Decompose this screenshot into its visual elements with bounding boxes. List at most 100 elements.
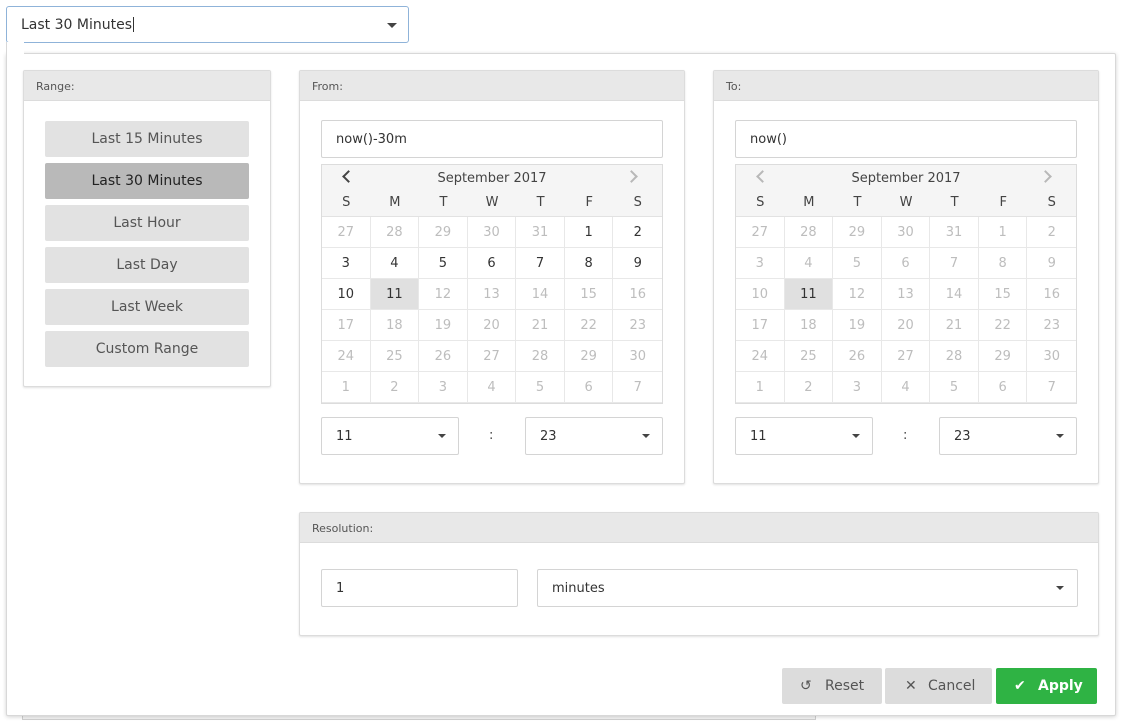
from-day-cell: 27	[322, 217, 371, 248]
to-input[interactable]: now()	[735, 120, 1077, 158]
to-day-cell: 29	[978, 341, 1028, 372]
from-time-separator: :	[489, 428, 494, 443]
apply-button[interactable]: ✔ Apply	[996, 668, 1097, 704]
from-day-cell: 14	[516, 279, 565, 310]
to-day-cell: 29	[833, 217, 882, 248]
range-option-last-hour[interactable]: Last Hour	[45, 205, 249, 241]
to-day-cell: 27	[881, 341, 931, 372]
from-weekday-label: T	[536, 195, 545, 210]
to-weekday-label: W	[899, 195, 913, 210]
from-day-cell: 6	[564, 372, 614, 403]
from-day-cell: 1	[322, 372, 371, 403]
to-day-cell: 21	[930, 310, 979, 341]
to-day-cell: 7	[1027, 372, 1076, 403]
to-day-grid: 27 28 29 30 31 1 2 3 4 5 6 7 8 9 10 11 12 13 14 15 16 17 18 19 2…	[736, 216, 1076, 403]
chevron-down-icon	[642, 434, 650, 438]
from-weekday-header: SMTWTFS	[322, 193, 662, 216]
chevron-down-icon	[1056, 586, 1064, 590]
cancel-button[interactable]: ✕ Cancel	[885, 668, 992, 704]
from-day-cell: 18	[370, 310, 420, 341]
to-day-cell: 19	[833, 310, 882, 341]
resolution-panel: Resolution: 1 minutes	[299, 512, 1099, 636]
from-day-cell: 19	[419, 310, 468, 341]
from-weekday-label: W	[485, 195, 499, 210]
from-day-cell[interactable]: 7	[516, 248, 565, 279]
range-option-custom-range[interactable]: Custom Range	[45, 331, 249, 367]
range-option-last-15-minutes[interactable]: Last 15 Minutes	[45, 121, 249, 157]
apply-button-label: Apply	[1038, 678, 1083, 694]
to-day-cell: 27	[736, 217, 785, 248]
from-day-cell[interactable]: 8	[564, 248, 614, 279]
chevron-down-icon	[387, 23, 397, 28]
from-hour-select[interactable]: 11	[321, 417, 459, 455]
from-day-cell: 3	[419, 372, 468, 403]
from-day-cell: 7	[613, 372, 662, 403]
from-calendar: September 2017 SMTWTFS 27 28 29 30 31 1 2 3 4 5 6 7…	[321, 164, 663, 404]
to-day-cell: 7	[930, 248, 979, 279]
to-day-cell: 25	[784, 341, 834, 372]
resolution-unit-select[interactable]: minutes	[537, 569, 1078, 607]
reset-button[interactable]: ↺ Reset	[782, 668, 882, 704]
dropdown-connector	[6, 42, 24, 56]
from-day-cell[interactable]: 10	[322, 279, 371, 310]
from-day-cell[interactable]: 2	[613, 217, 662, 248]
from-day-cell: 29	[419, 217, 468, 248]
to-day-cell: 1	[736, 372, 785, 403]
from-day-cell[interactable]: 11	[370, 279, 420, 310]
to-weekday-header: SMTWTFS	[736, 193, 1076, 216]
to-day-cell: 23	[1027, 310, 1076, 341]
from-panel-title: From:	[300, 71, 684, 101]
from-day-cell: 22	[564, 310, 614, 341]
from-day-cell[interactable]: 1	[564, 217, 614, 248]
range-panel: Range: Last 15 Minutes Last 30 Minutes L…	[23, 70, 271, 387]
to-weekday-label: M	[803, 195, 815, 210]
from-day-cell: 2	[370, 372, 420, 403]
from-input[interactable]: now()-30m	[321, 120, 663, 158]
to-day-cell: 2	[784, 372, 834, 403]
from-day-grid: 27 28 29 30 31 1 2 3 4 5 6 7 8 9 10 11 12 13 14 15 16 17 18 19 2…	[322, 216, 662, 403]
from-minute-value: 23	[540, 429, 557, 444]
to-day-cell: 4	[881, 372, 931, 403]
from-day-cell[interactable]: 4	[370, 248, 420, 279]
to-day-cell: 17	[736, 310, 785, 341]
to-day-cell: 20	[881, 310, 931, 341]
from-panel: From: now()-30m September 2017 S M T W T F S 2…	[299, 70, 685, 484]
time-range-dropdown: Range: Last 15 Minutes Last 30 Minutes L…	[6, 53, 1116, 716]
chevron-down-icon	[1056, 434, 1064, 438]
to-day-cell: 10	[736, 279, 785, 310]
to-day-cell: 14	[930, 279, 979, 310]
from-minute-select[interactable]: 23	[525, 417, 663, 455]
from-day-cell: 31	[516, 217, 565, 248]
range-option-last-day[interactable]: Last Day	[45, 247, 249, 283]
from-day-cell[interactable]: 6	[467, 248, 517, 279]
to-panel-title: To:	[714, 71, 1098, 101]
range-option-last-week[interactable]: Last Week	[45, 289, 249, 325]
from-day-cell: 30	[613, 341, 662, 372]
from-day-cell: 4	[467, 372, 517, 403]
from-day-cell[interactable]: 3	[322, 248, 371, 279]
from-day-cell: 13	[467, 279, 517, 310]
range-option-last-30-minutes[interactable]: Last 30 Minutes	[45, 163, 249, 199]
to-day-cell[interactable]: 11	[784, 279, 834, 310]
cancel-button-label: Cancel	[928, 678, 976, 694]
from-day-cell: 23	[613, 310, 662, 341]
to-day-cell: 13	[881, 279, 931, 310]
from-day-cell: 25	[370, 341, 420, 372]
close-icon: ✕	[905, 678, 917, 694]
from-day-cell[interactable]: 9	[613, 248, 662, 279]
to-day-cell: 31	[930, 217, 979, 248]
time-range-select[interactable]: Last 30 Minutes	[6, 6, 409, 43]
to-hour-select[interactable]: 11	[735, 417, 873, 455]
from-weekday-label: T	[439, 195, 448, 210]
chevron-down-icon	[438, 434, 446, 438]
resolution-value-input[interactable]: 1	[321, 569, 518, 607]
to-minute-value: 23	[954, 429, 971, 444]
range-panel-title: Range:	[24, 71, 270, 101]
from-weekday-label: S	[342, 195, 351, 210]
from-day-cell: 16	[613, 279, 662, 310]
to-minute-select[interactable]: 23	[939, 417, 1077, 455]
check-icon: ✔	[1014, 678, 1026, 694]
from-weekday-label: S	[633, 195, 642, 210]
to-day-cell: 4	[784, 248, 834, 279]
from-day-cell[interactable]: 5	[419, 248, 468, 279]
